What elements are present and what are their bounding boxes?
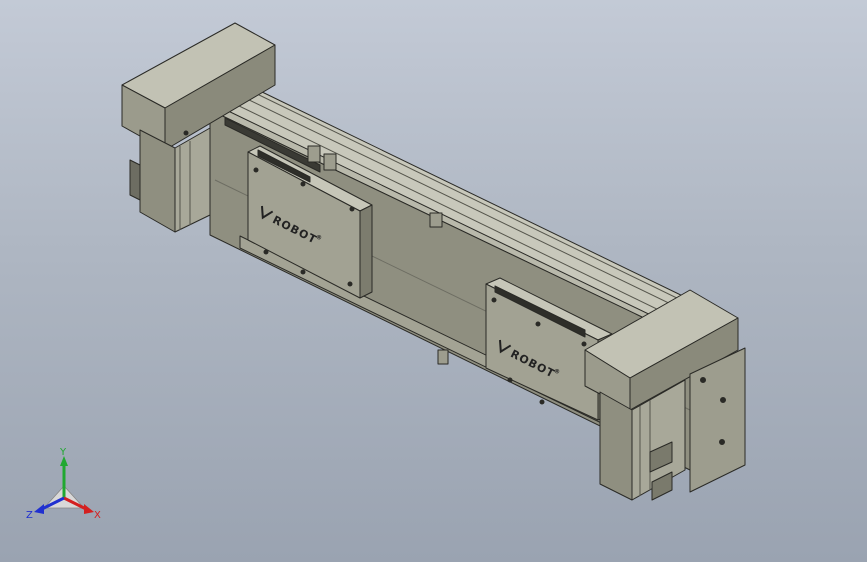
screw: [347, 281, 353, 287]
screw: [263, 249, 269, 255]
x-axis-arrow-icon: [84, 504, 94, 514]
carriage-1-side: [359, 204, 373, 299]
sensor-bracket: [323, 153, 337, 171]
right-housing-front: [599, 391, 633, 501]
left-housing-front: [139, 129, 176, 233]
z-axis-arrow-icon: [34, 504, 44, 514]
screw: [539, 399, 545, 405]
screw: [183, 130, 189, 136]
screw: [720, 397, 726, 403]
screw: [349, 206, 355, 212]
sensor-bracket: [437, 349, 449, 365]
sensor-bracket: [429, 212, 443, 228]
sensor-bracket: [307, 145, 321, 163]
screw: [719, 439, 725, 445]
view-triad[interactable]: Y X Z: [22, 446, 106, 526]
motor-mount-plate: [689, 347, 746, 493]
cad-viewport[interactable]: ROBOT ® ROBOT ® Y X Z: [0, 0, 867, 562]
screw: [700, 377, 706, 383]
y-axis-label: Y: [59, 447, 67, 458]
z-axis-label: Z: [26, 510, 33, 521]
linear-actuator-model[interactable]: ROBOT ® ROBOT ®: [0, 0, 867, 562]
screw: [300, 181, 306, 187]
x-axis-label: X: [94, 510, 101, 521]
screw: [300, 269, 306, 275]
screw: [491, 297, 497, 303]
screw: [581, 341, 587, 347]
left-connector: [129, 159, 141, 201]
screw: [507, 377, 513, 383]
screw: [253, 167, 259, 173]
screw: [535, 321, 541, 327]
